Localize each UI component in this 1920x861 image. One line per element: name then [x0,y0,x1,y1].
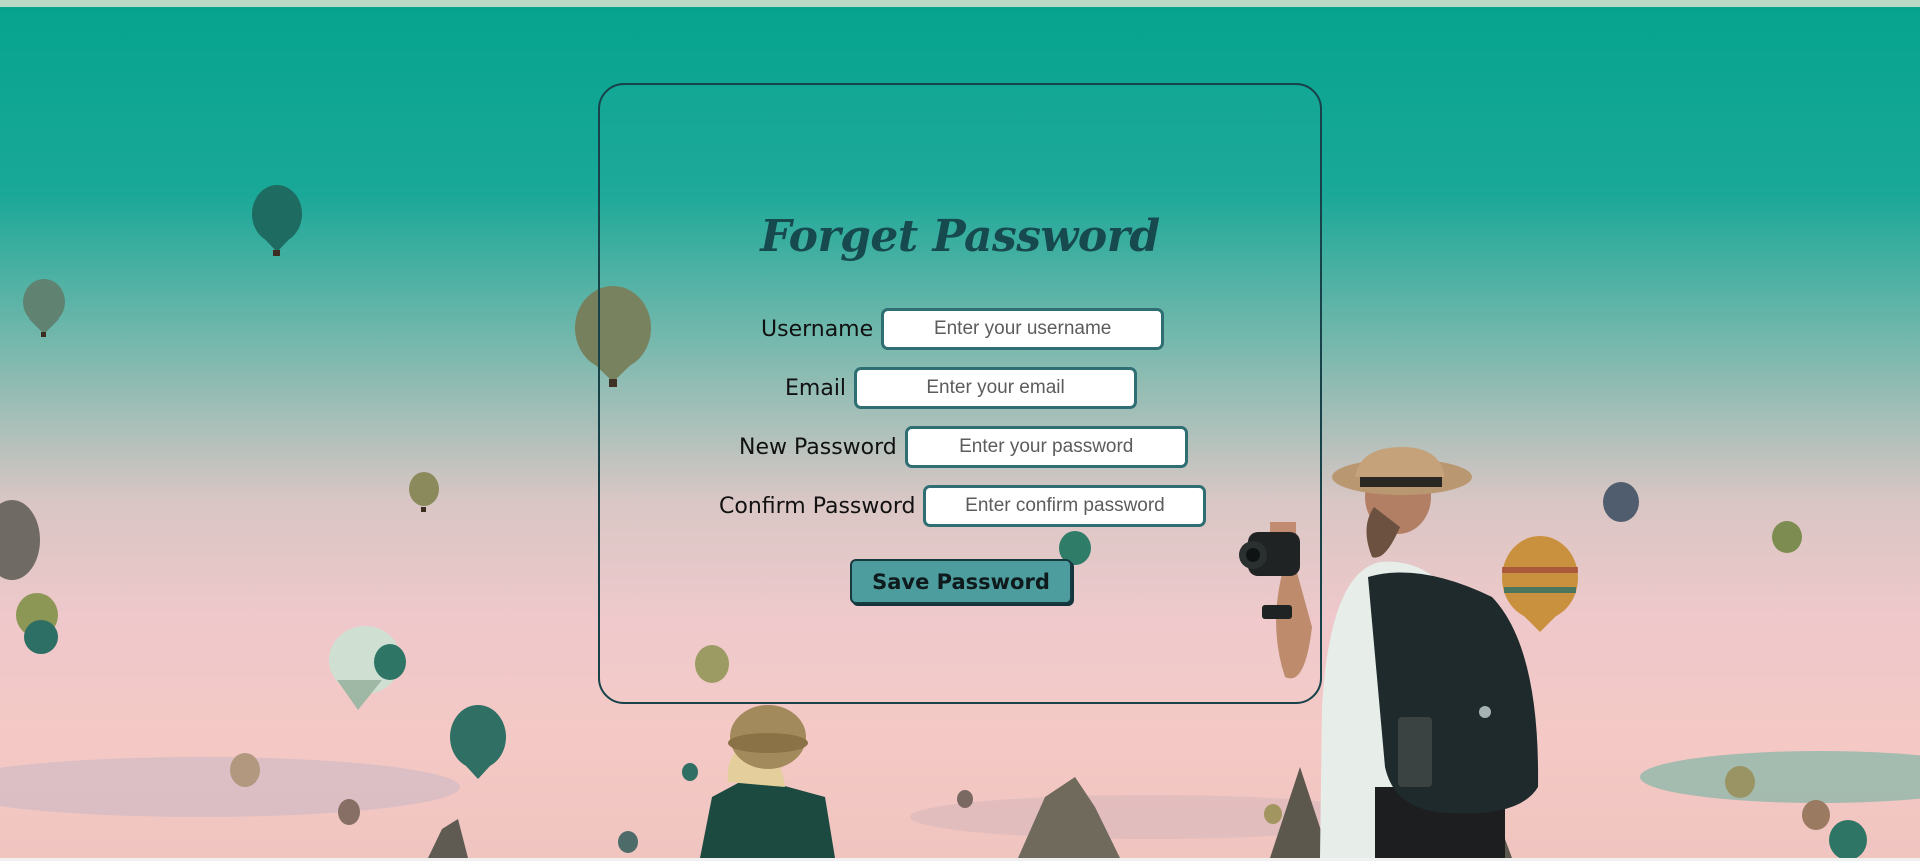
hot-air-balloon-icon [1772,521,1802,553]
hot-air-balloon-icon [957,790,973,808]
new-password-input[interactable] [904,426,1188,468]
username-row: Username [761,307,1165,351]
username-input[interactable] [881,308,1165,350]
hot-air-balloon-icon [16,593,58,654]
confirm-password-row: Confirm Password [719,484,1207,528]
hot-air-balloon-icon [682,763,698,781]
email-label: Email [785,375,847,401]
hot-air-balloon-icon [1802,800,1830,830]
email-input[interactable] [854,367,1138,409]
confirm-password-label: Confirm Password [719,493,916,519]
hot-air-balloon-icon [1264,804,1282,824]
forget-password-card: Forget Password Username Email New Passw… [598,83,1322,704]
hot-air-balloon-icon [1603,482,1639,522]
cloud [1640,751,1920,803]
new-password-row: New Password [739,425,1188,469]
confirm-password-input[interactable] [923,485,1207,527]
hot-air-balloon-icon [329,626,406,710]
username-label: Username [761,316,874,342]
hot-air-balloon-icon [230,753,260,787]
hot-air-balloon-icon [409,472,439,512]
browser-top-strip [0,0,1920,7]
email-row: Email [785,366,1138,410]
hot-air-balloon-icon [338,799,360,825]
hot-air-balloon-icon [618,831,638,853]
girl-with-hat-figure [700,705,835,858]
hot-air-balloon-icon [0,500,40,580]
new-password-label: New Password [739,434,897,460]
hot-air-balloon-icon [1502,536,1578,632]
hot-air-balloon-icon [450,705,506,779]
hot-air-balloon-icon [1829,820,1867,858]
page-title: Forget Password [760,211,1160,262]
hot-air-balloon-icon [23,279,65,337]
cloud [0,757,460,817]
hot-air-balloon-icon [252,185,302,256]
save-password-button[interactable]: Save Password [850,559,1072,604]
rock-formation [428,819,468,858]
hot-air-balloon-icon [1725,766,1755,798]
